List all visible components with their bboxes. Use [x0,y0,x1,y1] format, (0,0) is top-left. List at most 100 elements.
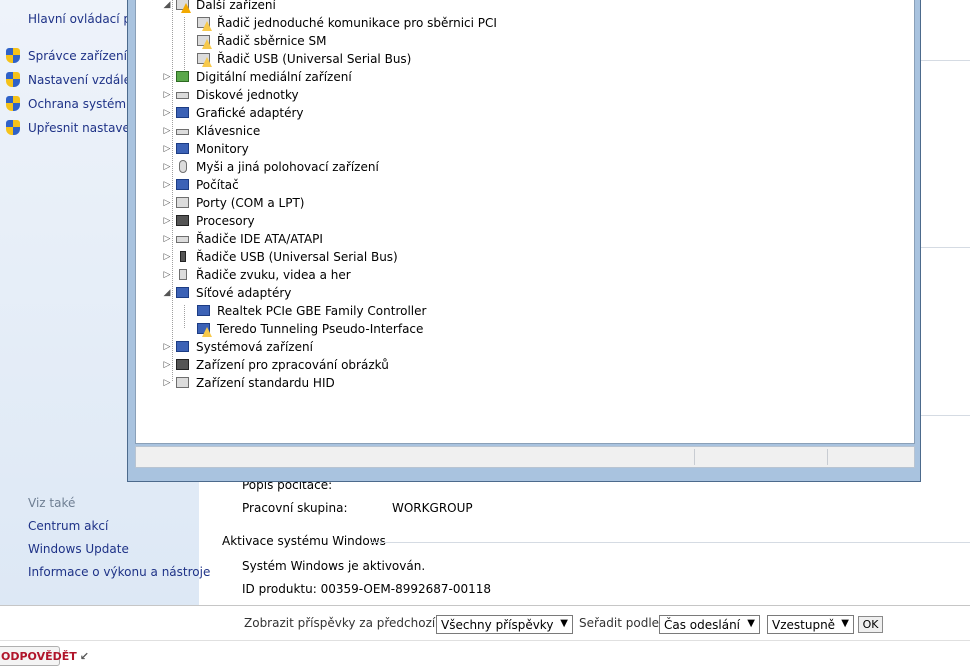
select-value: Vzestupně [772,617,836,632]
status-bar [135,446,915,468]
expand-icon[interactable]: ▷ [162,234,172,244]
sidebar-item-device-manager[interactable]: Správce zařízení [6,47,127,65]
tree-node-label: Řadič USB (Universal Serial Bus) [217,52,412,66]
select-value: Všechny příspěvky [441,617,554,632]
expand-icon[interactable]: ▷ [162,90,172,100]
expand-icon[interactable]: ▷ [162,162,172,172]
tree-node-label: Porty (COM a LPT) [196,196,305,210]
tree-node-label: Řadiče USB (Universal Serial Bus) [196,250,398,264]
tree-node-label: Realtek PCIe GBE Family Controller [217,304,427,318]
expand-icon[interactable]: ▷ [162,72,172,82]
performance-tools-link[interactable]: Informace o výkonu a nástroje [28,565,210,579]
expand-icon[interactable]: ▷ [162,270,172,280]
tree-node-label: Teredo Tunneling Pseudo-Interface [217,322,424,336]
expand-icon[interactable]: ▷ [162,126,172,136]
tree-node-media-devices[interactable]: ▷ Digitální mediální zařízení [162,68,352,86]
collapse-icon[interactable]: ◢ [162,288,172,298]
disk-drive-icon [175,87,191,103]
shield-icon [6,72,21,88]
dropdown-arrow-icon: ▼ [747,618,755,629]
tree-node-device[interactable]: Řadič jednoduché komunikace pro sběrnici… [196,14,497,32]
tree-node-disk-drives[interactable]: ▷ Diskové jednotky [162,86,299,104]
tree-node-mice[interactable]: ▷ Myši a jiná polohovací zařízení [162,158,379,176]
tree-node-label: Klávesnice [196,124,261,138]
tree-node-keyboards[interactable]: ▷ Klávesnice [162,122,261,140]
sidebar-item-remote-settings[interactable]: Nastavení vzdálené [6,71,146,89]
expand-icon[interactable]: ▷ [162,180,172,190]
device-tree: ◢ Další zařízení Řadič jednoduché komuni… [135,0,915,444]
display-adapter-icon [175,105,191,121]
keyboard-icon [175,123,191,139]
expand-icon[interactable]: ▷ [162,198,172,208]
control-panel-home-link[interactable]: Hlavní ovládací pa [28,12,138,26]
tree-node-label: Řadiče IDE ATA/ATAPI [196,232,323,246]
tree-node-monitors[interactable]: ▷ Monitory [162,140,249,158]
reply-button[interactable]: ODPOVĚDĚT ↙ [0,646,89,666]
expand-icon[interactable]: ▷ [162,252,172,262]
expand-icon[interactable]: ▷ [162,342,172,352]
ok-button[interactable]: OK [858,616,883,633]
tree-node-label: Zařízení pro zpracování obrázků [196,358,389,372]
see-also-heading: Viz také [28,496,76,510]
tree-node-device[interactable]: Teredo Tunneling Pseudo-Interface [196,320,423,338]
tree-node-label: Diskové jednotky [196,88,299,102]
tree-node-label: Počítač [196,178,239,192]
port-icon [175,195,191,211]
tree-node-computer[interactable]: ▷ Počítač [162,176,239,194]
monitor-icon [175,141,191,157]
network-adapter-icon [196,303,212,319]
tree-node-sound-controllers[interactable]: ▷ Řadiče zvuku, videa a her [162,266,351,284]
tree-node-ide-controllers[interactable]: ▷ Řadiče IDE ATA/ATAPI [162,230,323,248]
media-device-icon [175,69,191,85]
tree-node-label: Řadič jednoduché komunikace pro sběrnici… [217,16,497,30]
sort-order-select[interactable]: Vzestupně ▼ [767,615,854,634]
tree-node-device[interactable]: Realtek PCIe GBE Family Controller [196,302,426,320]
warning-device-icon [196,15,212,31]
tree-node-label: Další zařízení [196,0,276,12]
network-adapter-icon [175,285,191,301]
sidebar-item-label: Ochrana systému [28,97,134,111]
tree-node-other-devices[interactable]: ◢ Další zařízení [162,0,276,14]
activation-section-title: Aktivace systému Windows [222,534,386,548]
dropdown-arrow-icon: ▼ [560,618,568,629]
section-divider [370,542,970,543]
tree-node-hid-devices[interactable]: ▷ Zařízení standardu HID [162,374,335,392]
hid-icon [175,375,191,391]
tree-node-device[interactable]: Řadič USB (Universal Serial Bus) [196,50,411,68]
collapse-icon[interactable]: ◢ [162,0,172,10]
tree-node-system-devices[interactable]: ▷ Systémová zařízení [162,338,313,356]
expand-icon[interactable]: ▷ [162,378,172,388]
tree-node-device[interactable]: Řadič sběrnice SM [196,32,326,50]
tree-node-ports[interactable]: ▷ Porty (COM a LPT) [162,194,305,212]
expand-icon[interactable]: ▷ [162,216,172,226]
expand-icon[interactable]: ▷ [162,108,172,118]
workgroup-value: WORKGROUP [392,501,473,515]
tree-node-display-adapters[interactable]: ▷ Grafické adaptéry [162,104,304,122]
tree-node-label: Monitory [196,142,249,156]
tree-node-network-adapters[interactable]: ◢ Síťové adaptéry [162,284,292,302]
action-center-link[interactable]: Centrum akcí [28,519,108,533]
shield-icon [6,120,21,136]
system-device-icon [175,339,191,355]
ide-controller-icon [175,231,191,247]
tree-node-imaging-devices[interactable]: ▷ Zařízení pro zpracování obrázků [162,356,389,374]
sort-by-select[interactable]: Čas odeslání ▼ [659,615,760,634]
tree-node-label: Řadiče zvuku, videa a her [196,268,351,282]
tree-node-processors[interactable]: ▷ Procesory [162,212,255,230]
tree-node-usb-controllers[interactable]: ▷ Řadiče USB (Universal Serial Bus) [162,248,398,266]
tree-node-label: Grafické adaptéry [196,106,304,120]
sidebar-item-system-protection[interactable]: Ochrana systému [6,95,134,113]
device-manager-window: ◢ Další zařízení Řadič jednoduché komuni… [127,0,921,482]
unknown-device-icon [175,0,191,13]
sidebar-item-label: Upřesnit nastavení [28,121,141,135]
show-posts-select[interactable]: Všechny příspěvky ▼ [436,615,573,634]
expand-icon[interactable]: ▷ [162,360,172,370]
windows-update-link[interactable]: Windows Update [28,542,129,556]
expand-icon[interactable]: ▷ [162,144,172,154]
show-posts-label: Zobrazit příspěvky za předchozí: [244,616,440,630]
sort-label: Seřadit podle [579,616,660,630]
usb-controller-icon [175,249,191,265]
warning-device-icon [196,51,212,67]
sidebar-item-advanced-settings[interactable]: Upřesnit nastavení [6,119,141,137]
tree-node-label: Zařízení standardu HID [196,376,335,390]
